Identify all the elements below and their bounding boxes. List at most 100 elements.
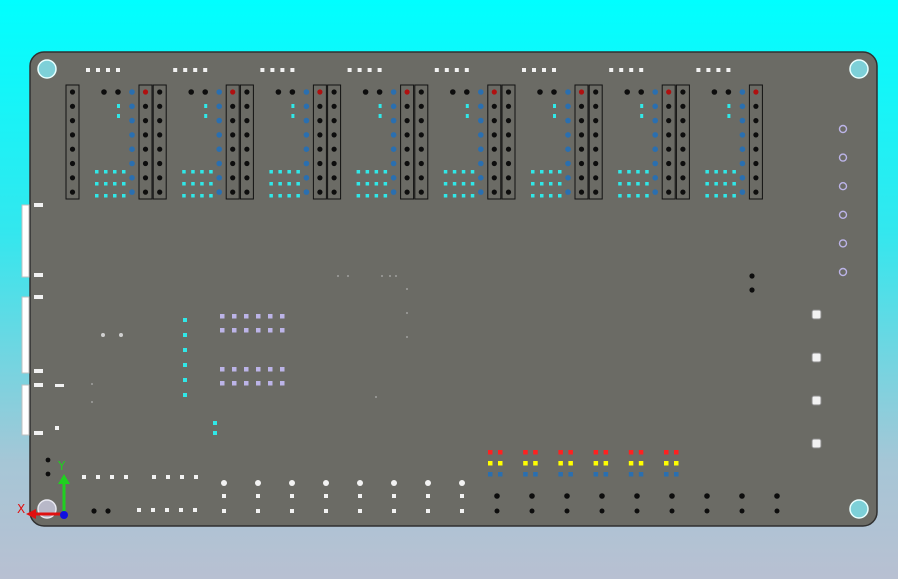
header-pin: [69, 146, 76, 152]
header-pin: [404, 175, 410, 181]
header-pin: [69, 118, 76, 124]
led-pad: [498, 450, 503, 455]
cyan-pad: [714, 194, 718, 198]
cyan-pad: [540, 194, 544, 198]
header-pin: [680, 189, 686, 195]
via: [105, 508, 111, 514]
cyan-pad: [549, 182, 553, 186]
smd-pad: [392, 509, 396, 513]
cyan-pad: [470, 170, 475, 174]
smd-pad: [222, 509, 226, 513]
edge-connector: [21, 296, 30, 374]
connector-pin: [55, 426, 59, 430]
segment-pad: [101, 89, 107, 95]
header-pin: [404, 103, 410, 109]
header-pin: [142, 89, 149, 95]
header-pin: [244, 160, 250, 167]
ic-pad: [256, 381, 261, 386]
header-pad: [444, 68, 449, 72]
header-pin: [317, 160, 323, 167]
ic-pad: [220, 314, 225, 319]
led-pad: [674, 450, 679, 455]
via: [406, 312, 408, 314]
led-pad: [638, 461, 644, 466]
segment-pad: [652, 160, 658, 167]
smd-pad: [811, 352, 822, 363]
smd-pad: [110, 475, 114, 479]
connector-pin: [55, 384, 64, 387]
smd-pad: [82, 475, 86, 479]
segment-pad: [711, 89, 718, 95]
header-pin: [578, 175, 585, 181]
header-pad: [542, 68, 546, 72]
cyan-pad: [452, 194, 457, 198]
smd-pad: [124, 475, 128, 479]
header-pin: [230, 132, 236, 138]
cyan-pad: [122, 170, 126, 174]
segment-pad: [390, 146, 397, 152]
header-pad: [357, 68, 362, 72]
smd-pad: [357, 480, 363, 486]
smd-pad: [221, 480, 227, 486]
header-pin: [142, 103, 149, 109]
header-pin: [593, 189, 599, 195]
segment-pad: [216, 160, 222, 167]
header-pad: [619, 68, 624, 72]
header-pin: [753, 175, 759, 181]
led-pad: [674, 472, 679, 477]
cyan-pad: [182, 194, 186, 198]
header-pin: [157, 132, 163, 138]
segment-pad: [303, 117, 310, 124]
connector-pin: [34, 203, 43, 207]
via: [494, 493, 500, 499]
header-pad: [280, 68, 285, 72]
cyan-pad: [291, 104, 295, 108]
led-pad: [488, 461, 493, 466]
header-pin: [666, 89, 672, 95]
header-pin: [244, 146, 250, 152]
segment-pad: [638, 89, 644, 95]
ic-pad: [220, 367, 225, 372]
segment-pad: [390, 175, 397, 181]
pcb-3d-view[interactable]: [0, 0, 898, 579]
header-pin: [491, 160, 497, 167]
cyan-pad: [553, 114, 556, 118]
led-pad: [593, 450, 599, 455]
cad-viewport[interactable]: X Y: [0, 0, 898, 579]
header-pin: [418, 103, 424, 109]
header-pin: [753, 160, 759, 167]
cyan-pad: [465, 114, 469, 118]
cyan-pad: [356, 182, 361, 186]
smd-pad: [358, 509, 362, 513]
header-pin: [331, 160, 337, 167]
header-pin: [680, 146, 686, 152]
ic-pad: [232, 328, 237, 333]
header-pin: [157, 160, 163, 167]
header-pin: [404, 118, 410, 124]
segment-pad: [202, 89, 208, 95]
smd-pad: [166, 475, 170, 479]
cyan-pad: [191, 182, 195, 186]
header-pin: [505, 118, 512, 124]
cyan-pad: [618, 194, 622, 198]
header-pin: [753, 89, 759, 95]
smd-pad: [96, 475, 100, 479]
segment-pad: [303, 146, 310, 152]
ic-pad: [280, 328, 285, 333]
smd-pad: [460, 494, 464, 498]
cyan-pad: [269, 194, 273, 198]
header-pin: [244, 175, 250, 181]
segment-pad: [739, 117, 746, 124]
header-pin: [666, 189, 672, 195]
cyan-pad: [714, 170, 718, 174]
header-pin: [317, 189, 323, 195]
segment-pad: [551, 89, 557, 95]
header-pin: [142, 175, 149, 181]
header-pin: [491, 175, 497, 181]
header-pin: [331, 146, 337, 152]
test-pad: [838, 181, 848, 191]
cyan-pad: [378, 104, 382, 108]
ic-pad: [256, 328, 261, 333]
cyan-pad: [117, 104, 120, 108]
segment-pad: [478, 160, 484, 167]
